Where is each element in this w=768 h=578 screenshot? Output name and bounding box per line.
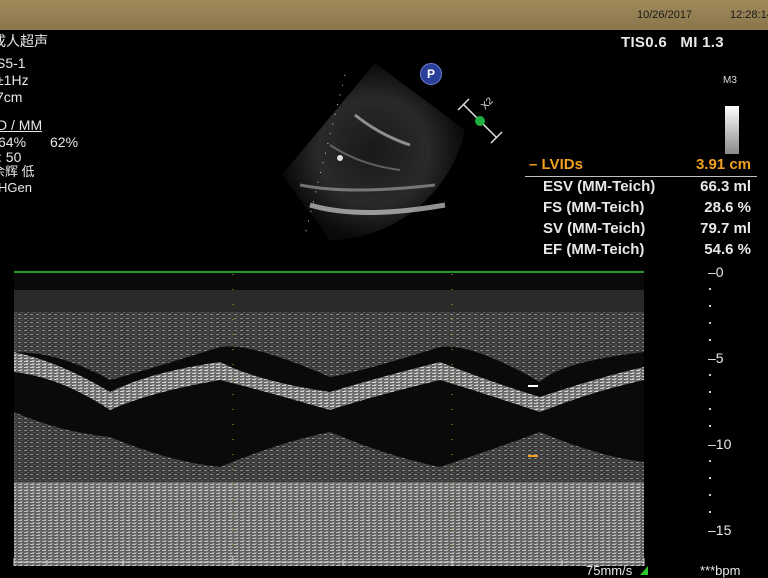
measurement-label: EF (MM-Teich) [543,241,645,258]
depth-ticks [709,288,711,513]
measurement-value: 28.6 % [704,199,751,216]
persistence-label: 余辉 低 [0,164,35,179]
depth-tick-label: –15 [708,522,732,538]
title-bar: 10/26/2017 12:28:14 [0,0,768,30]
measurement-active-row[interactable]: – LVIDs 3.91 cm [525,156,757,177]
mode-label: D / MM [0,117,43,133]
measurement-value: 66.3 ml [700,178,751,195]
mi-label: MI 1.3 [680,34,724,51]
measurement-label: SV (MM-Teich) [543,220,646,237]
measurement-row: ESV (MM-Teich) 66.3 ml [525,178,757,199]
mmode-trace [13,270,711,575]
sector-image [282,63,465,240]
measurement-row: EF (MM-Teich) 54.6 % [525,241,757,262]
preset-label: 成人超声 [0,33,48,49]
septum-band [14,312,644,382]
measurement-value: 54.6 % [704,241,751,258]
measurement-value: 79.7 ml [700,220,751,237]
caliper-start[interactable] [528,385,538,387]
measurement-label: FS (MM-Teich) [543,199,645,216]
probe-orientation-icon: P [420,63,442,85]
probe-label: S5-1 [0,55,26,71]
cursor-dot[interactable] [337,155,343,161]
depth-tick-label: –10 [708,436,732,452]
measurement-row: FS (MM-Teich) 28.6 % [525,199,757,220]
dynamic-range-label: : 50 [0,149,22,165]
measurement-row: SV (MM-Teich) 79.7 ml [525,220,757,241]
date-label: 10/26/2017 [637,9,693,21]
ecg-marker-icon [640,566,648,575]
measurement-value: 3.91 cm [695,156,751,173]
measurement-label: – LVIDs [529,156,583,173]
harmonic-label: HGen [0,180,32,195]
time-label: 12:28:14 [730,9,768,21]
depth-tick-label: –0 [708,264,724,280]
gain-2d-label: 64% [0,134,27,150]
frequency-label: ±1Hz [0,72,29,88]
grayscale-map-bar [725,106,739,154]
map-label: M3 [723,75,737,86]
depth-label: 7cm [0,89,23,105]
tis-label: TIS0.6 [621,34,667,51]
caliper-end[interactable] [528,455,538,457]
depth-tick-label: –5 [708,350,724,366]
rotate-label: X2 [479,96,496,112]
pericardium-band [14,482,644,566]
tis-mi-readout: TIS0.6 MI 1.3 [621,34,724,51]
rotate-indicator-icon[interactable]: X2 [455,96,505,146]
gain-mm-label: 62% [50,134,79,150]
measurement-label: ESV (MM-Teich) [543,178,656,195]
